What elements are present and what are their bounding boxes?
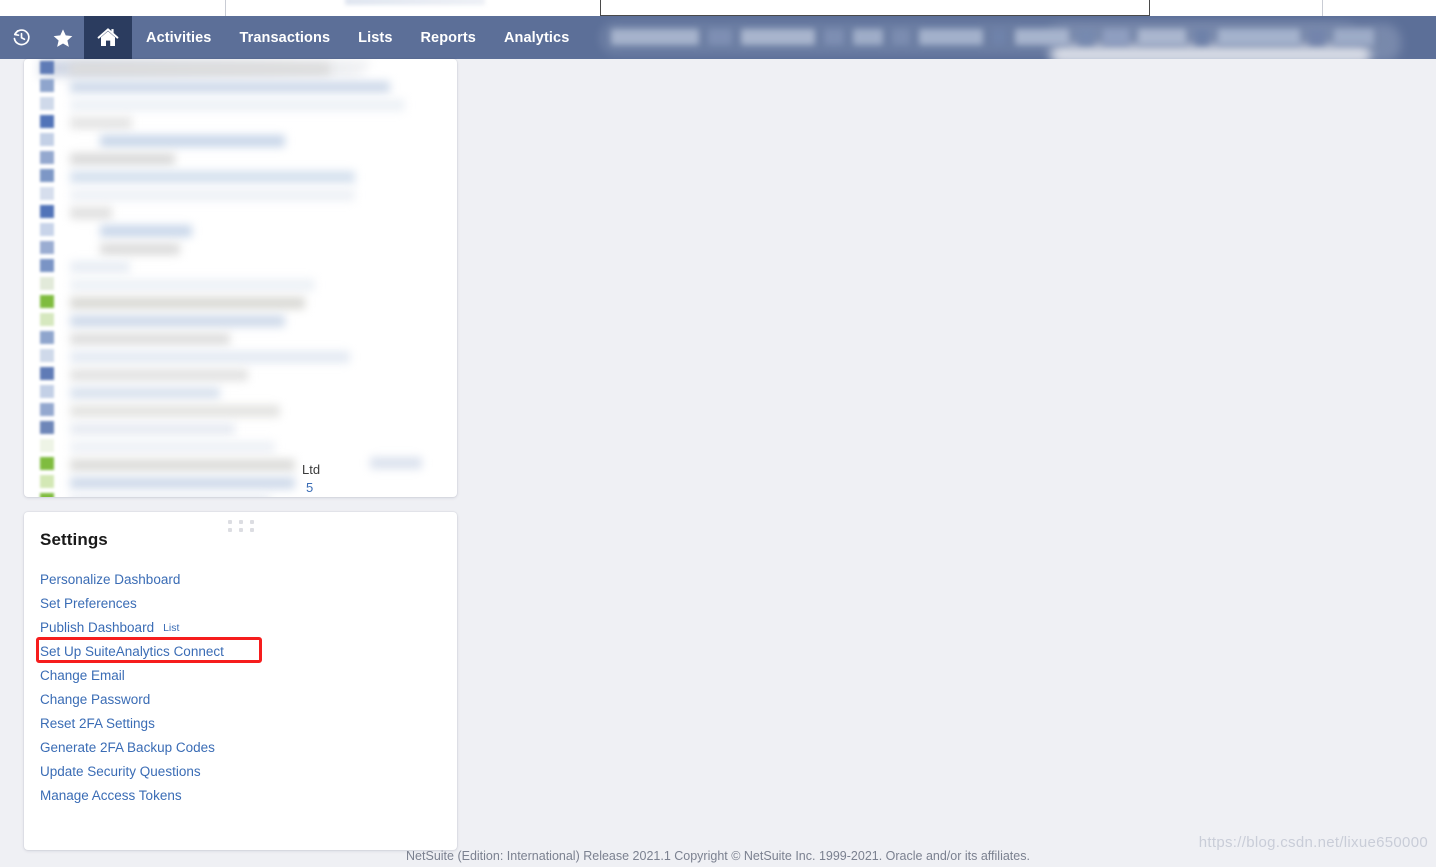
global-search-input[interactable] [600, 0, 1150, 16]
row-color-swatch [40, 79, 54, 92]
redacted-text-bar [100, 135, 285, 147]
recent-history-icon[interactable] [0, 16, 42, 59]
settings-link-publish-dashboard-row[interactable]: Publish Dashboard List [40, 616, 440, 640]
settings-link-change-email[interactable]: Change Email [40, 664, 440, 688]
row-color-swatch [40, 349, 54, 362]
navbar-redacted-region [591, 16, 1436, 59]
nav-item-transactions[interactable]: Transactions [225, 16, 344, 59]
row-color-swatch [40, 295, 54, 308]
nav-item-activities[interactable]: Activities [132, 16, 225, 59]
footer-copyright: NetSuite (Edition: International) Releas… [406, 849, 1030, 863]
favorites-star-icon[interactable] [42, 16, 84, 59]
redaction-blur-3 [1051, 46, 1372, 59]
redacted-text-bar [70, 441, 275, 453]
settings-panel-title: Settings [40, 530, 108, 549]
settings-link-setup-suiteanalytics-connect[interactable]: Set Up SuiteAnalytics Connect [40, 644, 224, 659]
settings-links-list: Personalize Dashboard Set Preferences Pu… [36, 568, 440, 808]
redacted-text-bar [70, 261, 130, 273]
redacted-text-bar [70, 99, 405, 111]
nav-item-analytics[interactable]: Analytics [490, 16, 583, 59]
redacted-text-bar [100, 243, 180, 255]
redacted-text-bar [70, 207, 112, 219]
settings-link-reset-2fa-settings[interactable]: Reset 2FA Settings [40, 712, 440, 736]
redacted-text-bar [70, 315, 285, 327]
row-color-swatch [40, 385, 54, 398]
redacted-text-bar [70, 351, 350, 363]
redacted-text-bar [70, 153, 175, 165]
nav-item-reports[interactable]: Reports [406, 16, 490, 59]
row-color-swatch [40, 493, 54, 497]
row-color-swatch [40, 259, 54, 272]
watermark-url: https://blog.csdn.net/lixue650000 [1198, 834, 1428, 851]
row-color-swatch [40, 133, 54, 146]
row-color-swatch [40, 367, 54, 380]
settings-link-set-preferences[interactable]: Set Preferences [40, 592, 440, 616]
chrome-faint-text [345, 0, 485, 5]
settings-link-update-security-questions[interactable]: Update Security Questions [40, 760, 440, 784]
settings-link-personalize-dashboard[interactable]: Personalize Dashboard [40, 568, 440, 592]
redacted-text-bar [70, 279, 315, 291]
row-color-swatch [40, 403, 54, 416]
row-color-swatch [40, 421, 54, 434]
redacted-text-bar [70, 117, 132, 129]
settings-link-publish-dashboard[interactable]: Publish Dashboard [40, 620, 154, 635]
nav-item-lists[interactable]: Lists [344, 16, 406, 59]
leaked-text-ltd: Ltd [302, 462, 321, 477]
chrome-divider-left [225, 0, 226, 16]
main-navbar: Activities Transactions Lists Reports An… [0, 16, 1436, 59]
redacted-text-bar [70, 369, 248, 381]
settings-link-change-password[interactable]: Change Password [40, 688, 440, 712]
row-color-swatch [40, 205, 54, 218]
home-icon[interactable] [84, 16, 132, 59]
row-color-swatch [40, 313, 54, 326]
row-color-swatch [40, 439, 54, 452]
row-color-swatch [40, 241, 54, 254]
redacted-list-content: Ltd 5 [24, 59, 457, 497]
redacted-text-bar [70, 189, 355, 201]
dashboard-list-portlet[interactable]: Ltd 5 [24, 59, 457, 497]
row-color-swatch [40, 97, 54, 110]
row-color-swatch [40, 115, 54, 128]
redacted-text-bar [70, 495, 270, 497]
settings-portlet: Settings Personalize Dashboard Set Prefe… [24, 512, 457, 850]
leaked-text-number: 5 [306, 480, 314, 495]
row-color-swatch [40, 223, 54, 236]
redacted-text-bar [70, 63, 330, 75]
row-color-swatch [40, 277, 54, 290]
row-color-swatch [40, 61, 54, 74]
settings-link-setup-suiteanalytics-connect-row[interactable]: Set Up SuiteAnalytics Connect [36, 637, 440, 664]
settings-link-generate-2fa-backup-codes[interactable]: Generate 2FA Backup Codes [40, 736, 440, 760]
row-color-swatch [40, 475, 54, 488]
redacted-text-bar [100, 225, 192, 237]
redacted-text-bar [70, 423, 235, 435]
redacted-nav-words [611, 29, 1375, 45]
row-color-swatch [40, 151, 54, 164]
settings-link-manage-access-tokens[interactable]: Manage Access Tokens [40, 784, 440, 808]
drag-handle-icon[interactable] [227, 520, 254, 532]
chrome-divider-right [1322, 0, 1323, 16]
row-color-swatch [40, 331, 54, 344]
redacted-text-bar [70, 171, 355, 183]
redacted-text-bar [70, 297, 305, 309]
redacted-text-bar [70, 459, 295, 471]
page-top-chrome [0, 0, 1436, 16]
redacted-text-bar [370, 457, 422, 469]
redacted-text-bar [70, 81, 390, 93]
row-color-swatch [40, 169, 54, 182]
row-color-swatch [40, 187, 54, 200]
redacted-text-bar [70, 477, 295, 489]
settings-link-publish-dashboard-tag[interactable]: List [163, 622, 179, 634]
redacted-text-bar [70, 333, 230, 345]
row-color-swatch [40, 457, 54, 470]
redacted-text-bar [70, 405, 280, 417]
redacted-text-bar [70, 387, 220, 399]
